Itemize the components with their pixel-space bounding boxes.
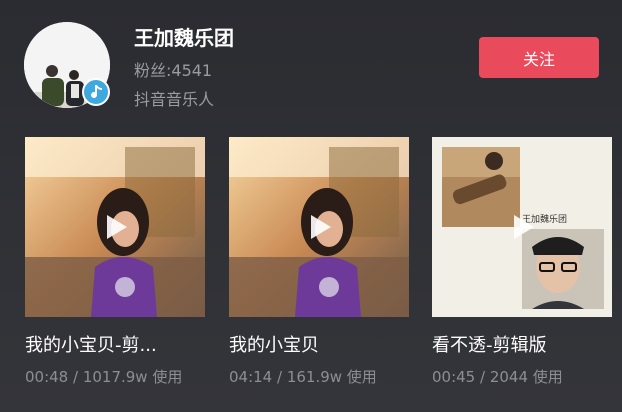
fans-count: 粉丝:4541 xyxy=(134,61,213,80)
song-cover[interactable] xyxy=(25,137,205,317)
song-title[interactable]: 看不透-剪辑版 xyxy=(432,331,612,357)
play-icon[interactable] xyxy=(303,211,335,243)
song-cover[interactable]: 王加魏乐团 xyxy=(432,137,612,317)
song-cover[interactable] xyxy=(229,137,409,317)
artist-name: 王加魏乐团 xyxy=(134,26,234,50)
play-icon[interactable] xyxy=(99,211,131,243)
song-card[interactable]: 王加魏乐团 看不透-剪辑版 00:45 / 2044 使用 xyxy=(432,137,612,386)
song-meta: 00:48 / 1017.9w 使用 xyxy=(25,368,183,386)
song-card[interactable]: 我的小宝贝 04:14 / 161.9w 使用 xyxy=(229,137,409,386)
play-icon[interactable] xyxy=(506,211,538,243)
music-note-icon xyxy=(82,78,110,106)
song-card[interactable]: 我的小宝贝-剪... 00:48 / 1017.9w 使用 xyxy=(25,137,205,386)
song-title[interactable]: 我的小宝贝-剪... xyxy=(25,331,205,357)
song-meta: 00:45 / 2044 使用 xyxy=(432,368,563,386)
song-meta: 04:14 / 161.9w 使用 xyxy=(229,368,377,386)
artist-role: 抖音音乐人 xyxy=(134,90,215,109)
artist-profile-panel: 王加魏乐团 粉丝:4541 抖音音乐人 关注 我的小宝贝-剪... 00:48 … xyxy=(0,0,622,412)
follow-button[interactable]: 关注 xyxy=(479,37,599,78)
song-title[interactable]: 我的小宝贝 xyxy=(229,331,409,357)
